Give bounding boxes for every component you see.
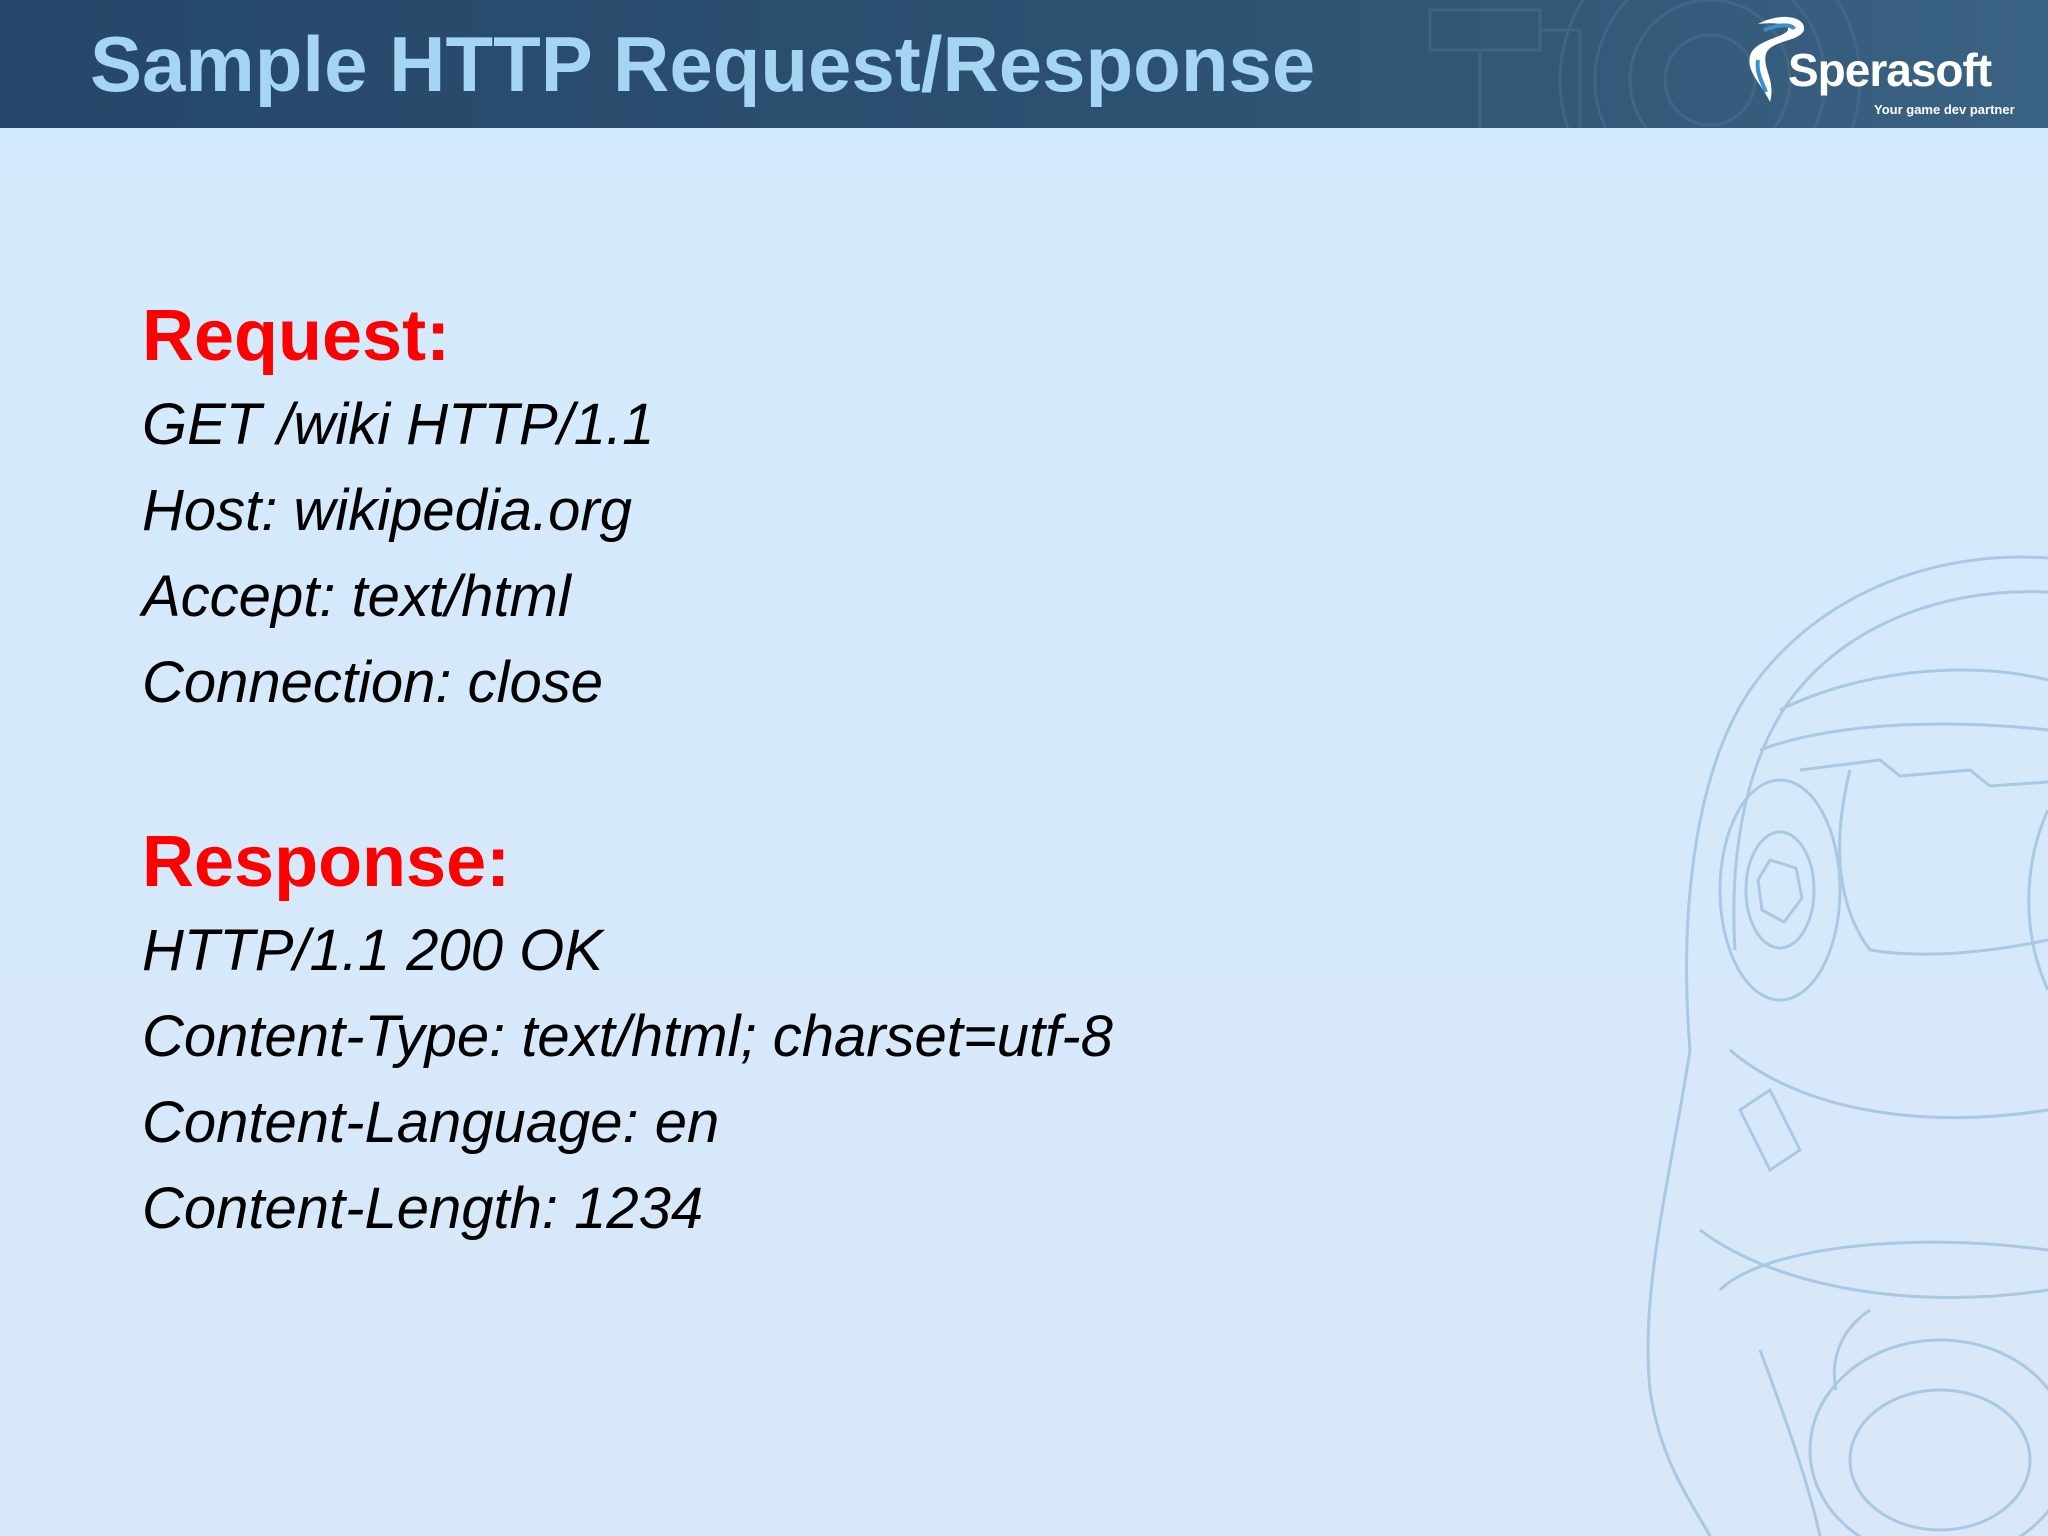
response-heading: Response: <box>142 822 511 902</box>
response-line: Content-Type: text/html; charset=utf-8 <box>142 1004 1113 1069</box>
request-line: Accept: text/html <box>142 564 571 629</box>
sperasoft-logo: Sperasoft Your game dev partner <box>1740 10 2030 120</box>
response-line: HTTP/1.1 200 OK <box>142 918 603 983</box>
response-line: Content-Language: en <box>142 1090 720 1155</box>
slide-body: Request: GET /wiki HTTP/1.1 Host: wikipe… <box>142 290 1113 1252</box>
request-section: Request: GET /wiki HTTP/1.1 Host: wikipe… <box>142 290 1113 726</box>
request-line: GET /wiki HTTP/1.1 <box>142 392 655 457</box>
slide-header: Sample HTTP Request/Response Sperasoft Y… <box>0 0 2048 128</box>
logo-tagline: Your game dev partner <box>1874 102 2015 117</box>
request-heading: Request: <box>142 296 451 376</box>
slide-title: Sample HTTP Request/Response <box>90 20 1316 108</box>
logo-wordmark: Sperasoft <box>1788 44 1992 96</box>
request-line: Connection: close <box>142 650 604 715</box>
robot-head-illustration <box>1646 555 2048 1536</box>
response-section: Response: HTTP/1.1 200 OK Content-Type: … <box>142 816 1113 1252</box>
request-line: Host: wikipedia.org <box>142 478 632 543</box>
response-line: Content-Length: 1234 <box>142 1176 704 1241</box>
